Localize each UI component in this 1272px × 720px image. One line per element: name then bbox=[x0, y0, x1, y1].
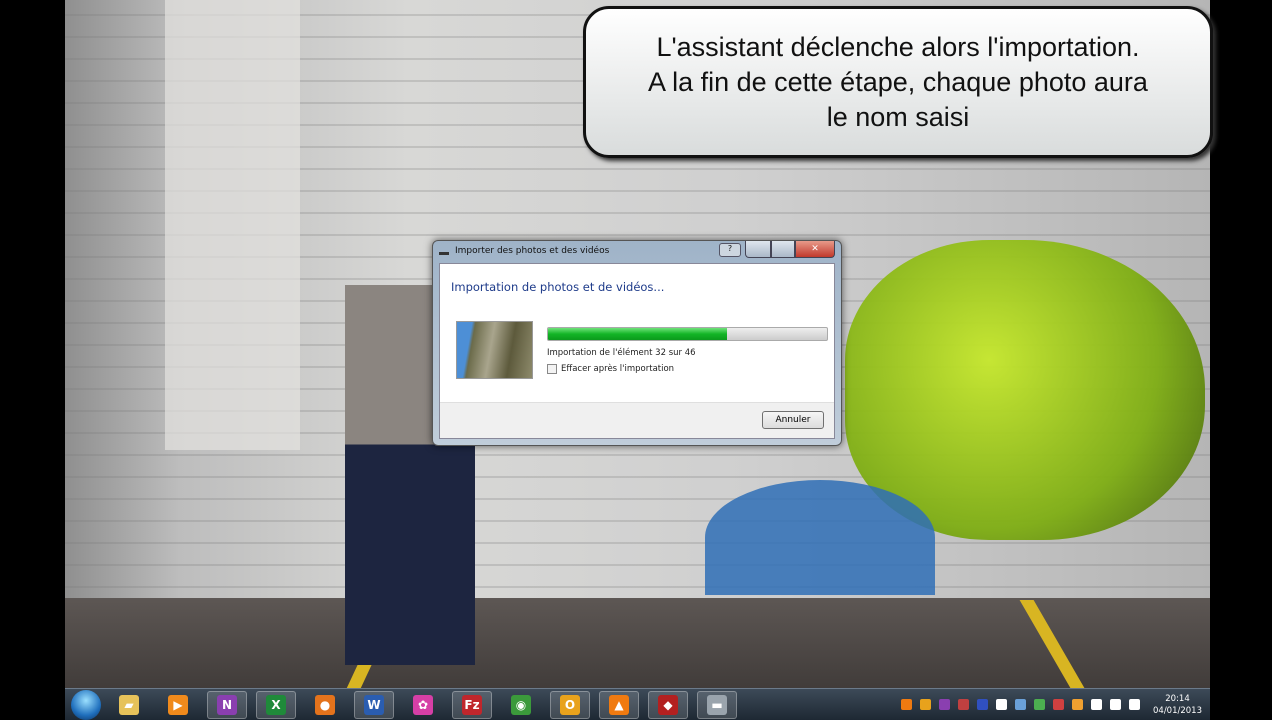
help-button[interactable]: ? bbox=[719, 243, 741, 257]
excel-icon: X bbox=[266, 694, 286, 715]
firefox-icon: ● bbox=[315, 694, 335, 715]
parking-ground bbox=[65, 598, 1210, 688]
taskbar: ▰ ▶ N X ● W ✿ Fz ◉ O ▲ ◆ ▬ 20:14 04/01/2013 bbox=[65, 688, 1210, 720]
delete-after-import-checkbox[interactable]: Effacer après l'importation bbox=[547, 364, 674, 374]
close-icon: ✕ bbox=[811, 244, 819, 254]
red-tool-icon: ◆ bbox=[658, 694, 678, 715]
taskbar-app-onenote[interactable]: N bbox=[207, 690, 247, 719]
taskbar-app-pink-app[interactable]: ✿ bbox=[403, 691, 443, 719]
wall-pillar bbox=[165, 0, 300, 450]
import-progress-bar bbox=[547, 327, 828, 341]
import-dialog: Importer des photos et des vidéos ? ✕ Im… bbox=[432, 240, 842, 446]
clock-time: 20:14 bbox=[1165, 693, 1190, 704]
tray-icon[interactable] bbox=[920, 699, 931, 710]
tray-icon[interactable] bbox=[996, 699, 1007, 710]
window-title: Importer des photos et des vidéos bbox=[455, 246, 610, 256]
word-icon: W bbox=[364, 694, 384, 715]
taskbar-app-outlook[interactable]: O bbox=[550, 690, 590, 719]
pink-app-icon: ✿ bbox=[413, 694, 433, 715]
taskbar-app-red-tool[interactable]: ◆ bbox=[648, 690, 688, 719]
tutorial-callout: L'assistant déclenche alors l'importatio… bbox=[583, 6, 1213, 158]
tray-icon[interactable] bbox=[1053, 699, 1064, 710]
vlc-icon: ▲ bbox=[609, 694, 629, 715]
photo-thumbnail bbox=[456, 321, 533, 379]
filezilla-icon: Fz bbox=[462, 694, 482, 715]
taskbar-app-media-player[interactable]: ▶ bbox=[158, 691, 198, 719]
dialog-heading: Importation de photos et de vidéos... bbox=[451, 280, 665, 294]
dialog-body: Importation de photos et de vidéos... Im… bbox=[439, 263, 835, 439]
window-icon bbox=[439, 252, 449, 255]
tray-icon[interactable] bbox=[977, 699, 988, 710]
tray-icon[interactable] bbox=[1110, 699, 1121, 710]
taskbar-app-filezilla[interactable]: Fz bbox=[452, 690, 492, 719]
drive-icon: ▬ bbox=[707, 694, 727, 715]
taskbar-apps: ▰ ▶ N X ● W ✿ Fz ◉ O ▲ ◆ ▬ bbox=[109, 690, 746, 719]
tray-icons bbox=[901, 699, 1140, 710]
callout-line: A la fin de cette étape, chaque photo au… bbox=[648, 66, 1148, 97]
onenote-icon: N bbox=[217, 694, 237, 715]
clock[interactable]: 20:14 04/01/2013 bbox=[1153, 693, 1202, 717]
clock-date: 04/01/2013 bbox=[1153, 705, 1202, 716]
taskbar-app-chrome[interactable]: ◉ bbox=[501, 691, 541, 719]
blue-graffiti bbox=[705, 480, 935, 595]
title-bar[interactable]: Importer des photos et des vidéos ? ✕ bbox=[433, 241, 841, 263]
system-tray: 20:14 04/01/2013 bbox=[901, 693, 1210, 717]
taskbar-app-excel[interactable]: X bbox=[256, 690, 296, 719]
callout-line: le nom saisi bbox=[826, 101, 970, 132]
minimize-button[interactable] bbox=[745, 241, 771, 258]
outlook-icon: O bbox=[560, 694, 580, 715]
progress-status: Importation de l'élément 32 sur 46 bbox=[547, 348, 696, 358]
taskbar-app-vlc[interactable]: ▲ bbox=[599, 690, 639, 719]
taskbar-app-word[interactable]: W bbox=[354, 690, 394, 719]
start-button[interactable] bbox=[71, 689, 101, 720]
close-button[interactable]: ✕ bbox=[795, 241, 835, 258]
taskbar-app-firefox[interactable]: ● bbox=[305, 691, 345, 719]
tray-icon[interactable] bbox=[1072, 699, 1083, 710]
cancel-button[interactable]: Annuler bbox=[762, 411, 824, 429]
explorer-icon: ▰ bbox=[119, 694, 139, 715]
tray-icon[interactable] bbox=[901, 699, 912, 710]
maximize-button[interactable] bbox=[771, 241, 795, 258]
checkbox-box[interactable] bbox=[547, 364, 557, 374]
tray-icon[interactable] bbox=[1034, 699, 1045, 710]
dialog-footer: Annuler bbox=[440, 402, 834, 438]
chrome-icon: ◉ bbox=[511, 694, 531, 715]
tray-icon[interactable] bbox=[1015, 699, 1026, 710]
taskbar-app-drive[interactable]: ▬ bbox=[697, 690, 737, 719]
parking-line bbox=[1019, 600, 1085, 688]
progress-fill bbox=[548, 328, 727, 340]
tray-icon[interactable] bbox=[939, 699, 950, 710]
media-player-icon: ▶ bbox=[168, 694, 188, 715]
tray-icon[interactable] bbox=[1129, 699, 1140, 710]
taskbar-app-explorer[interactable]: ▰ bbox=[109, 691, 149, 719]
checkbox-label: Effacer après l'importation bbox=[561, 364, 675, 374]
tray-icon[interactable] bbox=[958, 699, 969, 710]
callout-line: L'assistant déclenche alors l'importatio… bbox=[656, 31, 1140, 62]
tray-icon[interactable] bbox=[1091, 699, 1102, 710]
